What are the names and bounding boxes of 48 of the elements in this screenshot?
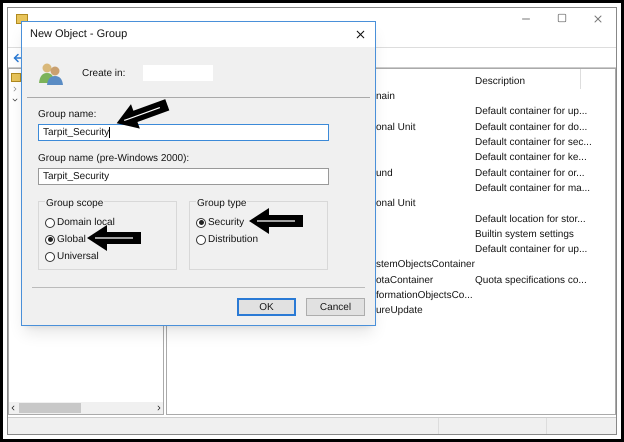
row-description: Default container for or...: [474, 166, 585, 181]
text-field[interactable]: Tarpit_Security: [38, 124, 329, 141]
users-icon: [38, 61, 64, 85]
arrow-annotation: [249, 208, 303, 234]
field-label: Group name (pre-Windows 2000):: [38, 152, 190, 166]
scroll-left-icon[interactable]: [9, 404, 17, 412]
radio-button[interactable]: [196, 234, 206, 244]
row-name: ureUpdate: [376, 305, 423, 316]
horizontal-scrollbar[interactable]: [9, 402, 163, 414]
row-description: Default container for sec...: [474, 136, 592, 150]
row-description: Default container for up...: [474, 243, 588, 258]
row-name: und: [376, 168, 393, 179]
field-label: Group name:: [38, 108, 98, 122]
radio-button[interactable]: [196, 218, 206, 228]
radio-button[interactable]: [45, 252, 55, 262]
back-arrow-icon[interactable]: [12, 52, 24, 64]
create-in-label: Create in:: [82, 66, 126, 80]
radio-option[interactable]: Distribution: [196, 231, 258, 248]
dialog-title: New Object - Group: [30, 27, 128, 42]
column-header[interactable]: Description: [471, 69, 581, 89]
row-description: Default container for ma...: [474, 182, 590, 196]
row-description: Default container for ke...: [474, 151, 587, 166]
group-title: Group type: [196, 196, 248, 211]
folder-icon: [11, 73, 21, 82]
row-description: Default location for stor...: [474, 212, 586, 227]
radio-button[interactable]: [45, 234, 55, 244]
row-name: stemObjectsContainer: [376, 259, 475, 270]
row-description: Default container for up...: [474, 105, 588, 120]
row-name: otaContainer: [376, 274, 434, 286]
row-description: Quota specifications co...: [474, 274, 587, 288]
row-name: formationObjectsCo...: [376, 290, 473, 301]
row-name: onal Unit: [376, 122, 416, 133]
arrow-annotation: [87, 225, 141, 251]
scroll-right-icon[interactable]: [155, 404, 163, 412]
dialog-button[interactable]: OK: [237, 298, 296, 316]
row-description: Builtin system settings: [474, 228, 574, 242]
row-name: nain: [376, 91, 395, 102]
text-field[interactable]: Tarpit_Security: [38, 168, 329, 185]
radio-option[interactable]: Security: [196, 214, 244, 231]
dialog-button[interactable]: Cancel: [306, 298, 365, 316]
row-description: Default container for do...: [474, 120, 588, 135]
row-name: onal Unit: [376, 198, 416, 210]
radio-option[interactable]: Domain local: [45, 214, 115, 231]
radio-option[interactable]: Universal: [45, 248, 99, 265]
radio-option[interactable]: Global: [45, 231, 86, 248]
radio-button[interactable]: [45, 218, 55, 228]
close-icon[interactable]: [354, 28, 367, 41]
group-title: Group scope: [45, 196, 104, 211]
